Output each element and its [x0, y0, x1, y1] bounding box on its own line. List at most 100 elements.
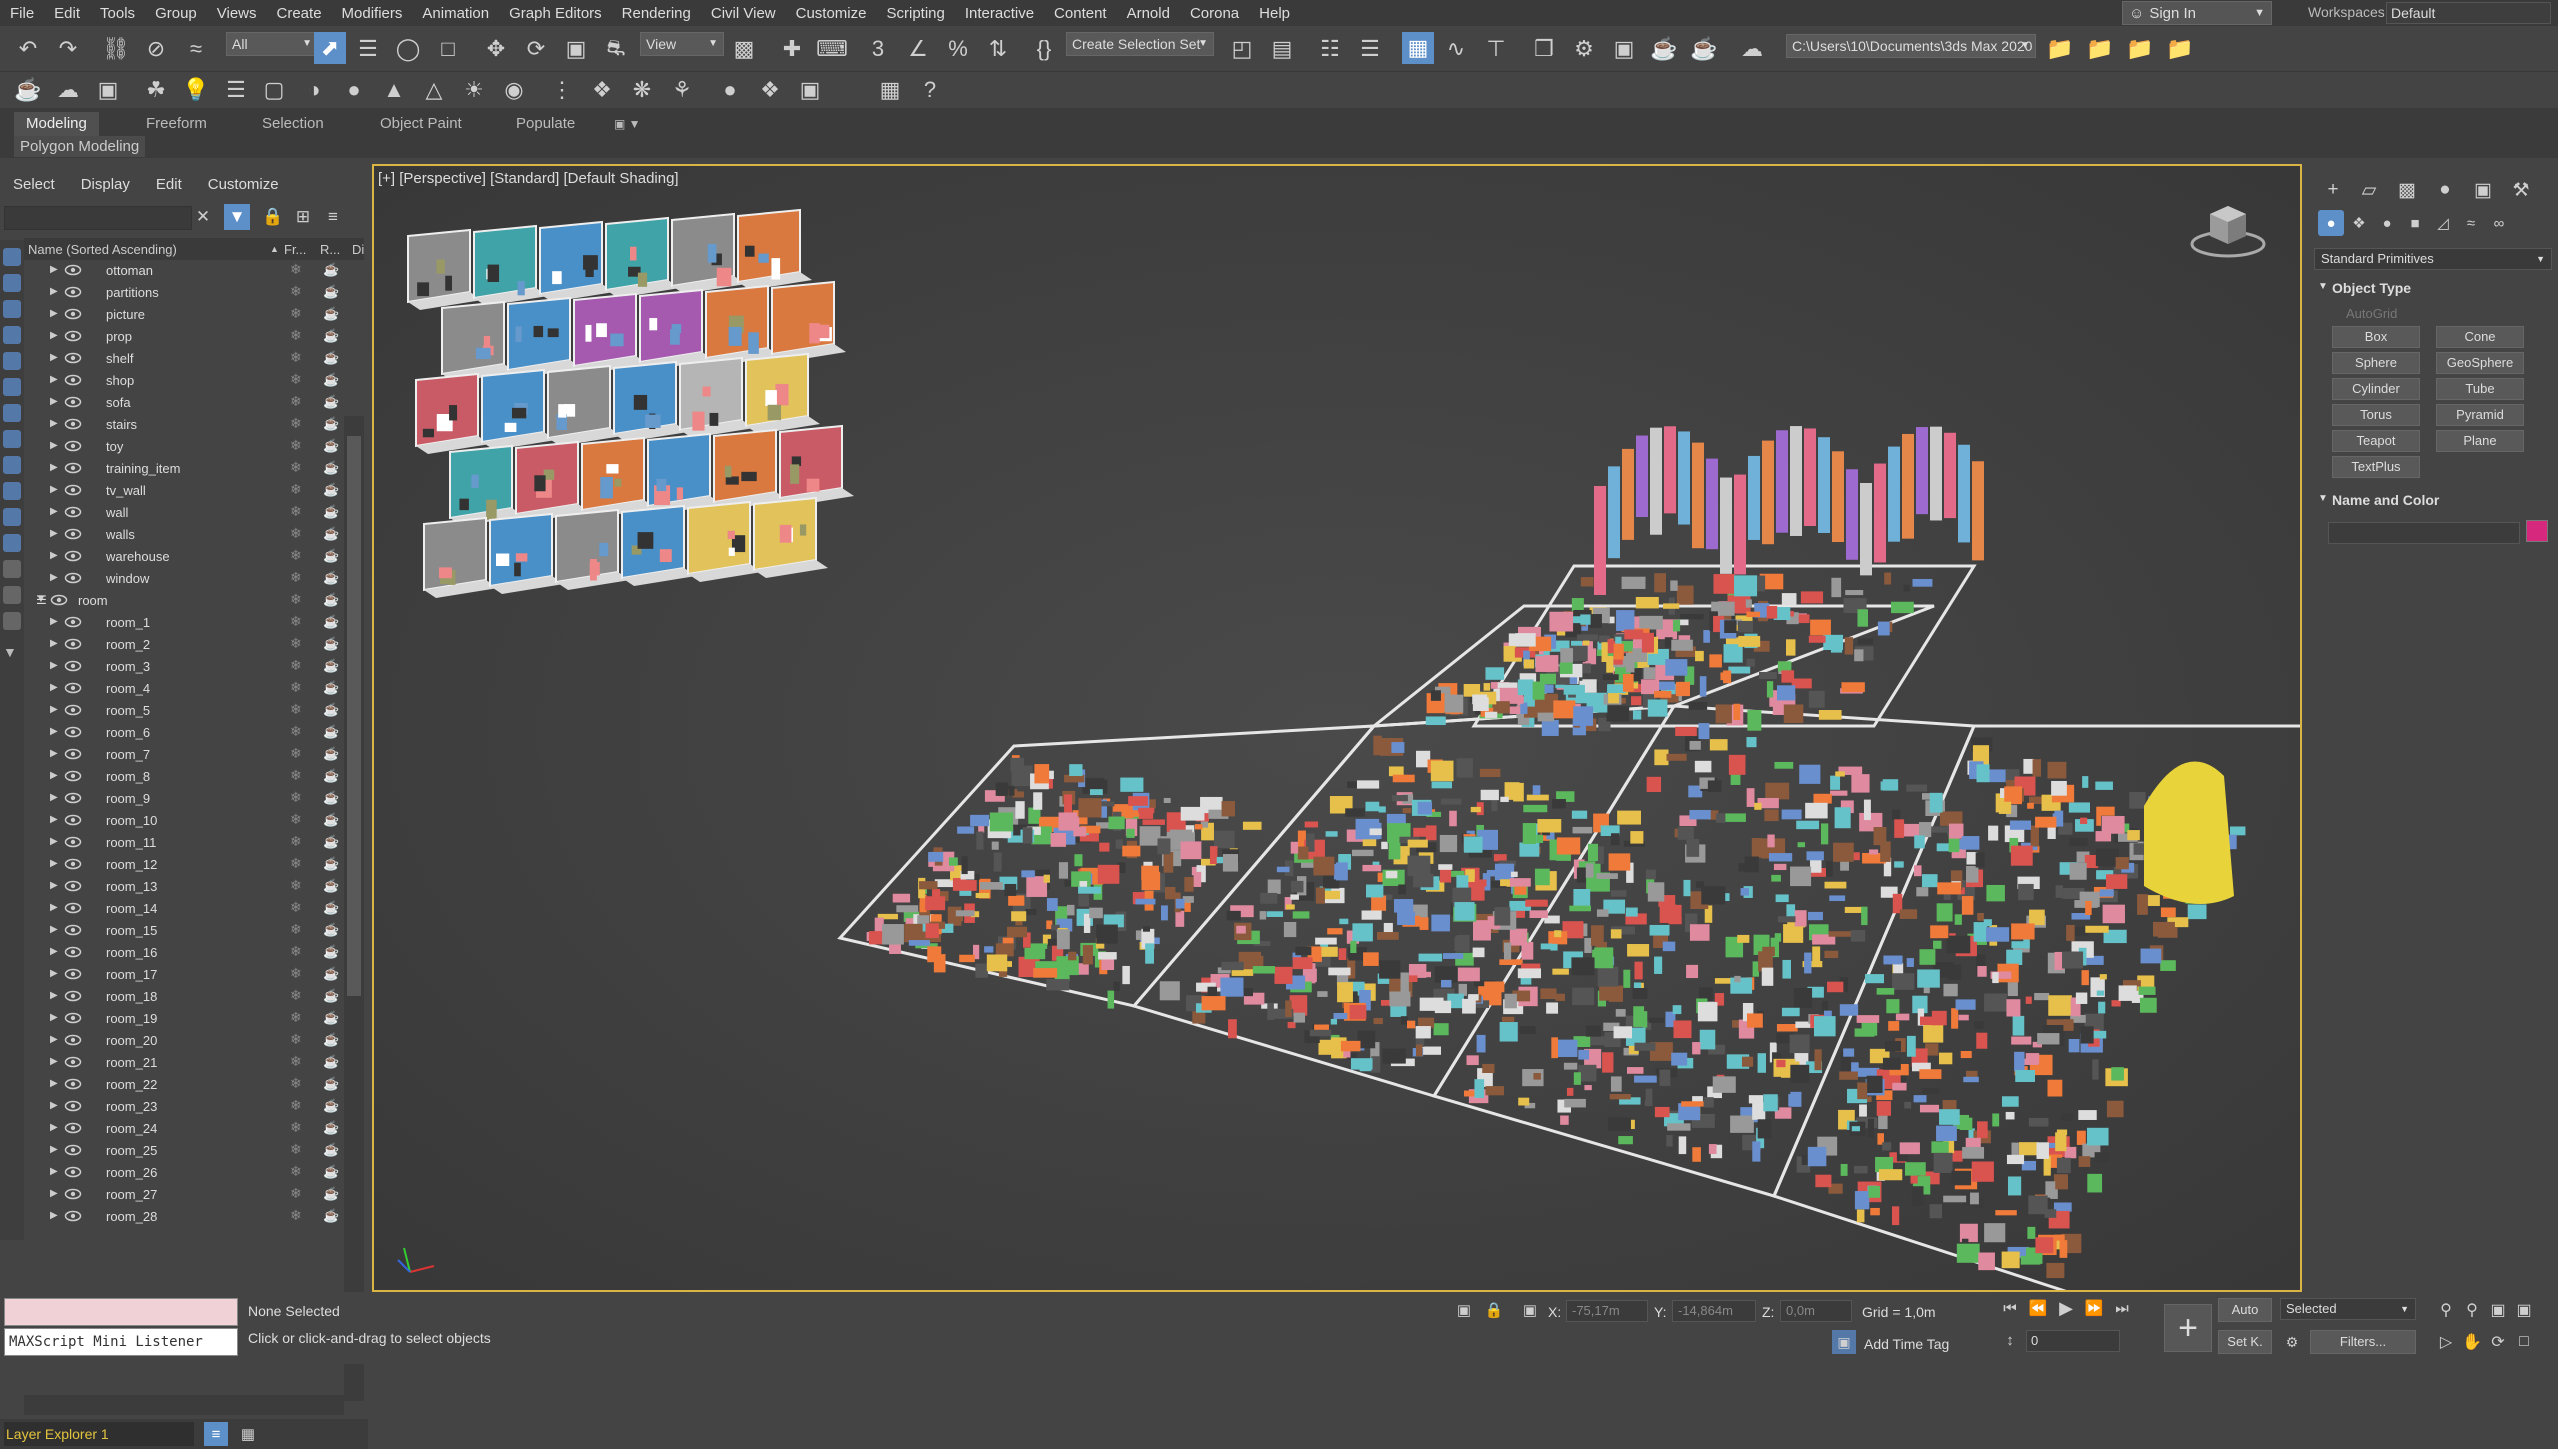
field-of-view-icon[interactable]: ▷ — [2434, 1330, 2458, 1354]
freeze-toggle-icon[interactable]: ❄ — [290, 305, 302, 322]
scale-icon[interactable]: ▣ — [560, 33, 592, 65]
create-tab-icon[interactable]: + — [2318, 176, 2348, 204]
visibility-eye-icon[interactable] — [64, 263, 82, 277]
expand-toggle-icon[interactable]: ▶ — [50, 550, 58, 561]
visibility-eye-icon[interactable] — [64, 527, 82, 541]
rotate-icon[interactable]: ⟳ — [520, 33, 552, 65]
ipr-icon[interactable]: ☁ — [52, 74, 84, 106]
visibility-eye-icon[interactable] — [64, 351, 82, 365]
renderable-toggle-icon[interactable]: ☕ — [323, 504, 339, 520]
tree-row[interactable]: ▶ room_19 ❄ ☕ — [24, 1008, 344, 1030]
renderable-toggle-icon[interactable]: ☕ — [323, 680, 339, 696]
renderable-toggle-icon[interactable]: ☕ — [323, 416, 339, 432]
expand-toggle-icon[interactable]: ▶ — [50, 990, 58, 1001]
renderable-toggle-icon[interactable]: ☕ — [323, 570, 339, 586]
renderable-toggle-icon[interactable]: ☕ — [323, 372, 339, 388]
displacement-icon[interactable]: ❋ — [626, 74, 658, 106]
geosphere-button[interactable]: GeoSphere — [2436, 352, 2524, 374]
maximize-viewport-icon[interactable]: □ — [2512, 1330, 2536, 1354]
x-coordinate-field[interactable]: -75,17m — [1566, 1300, 1648, 1322]
expand-toggle-icon[interactable]: ▶ — [50, 1012, 58, 1023]
schematic-view-icon[interactable]: ⊤ — [1480, 33, 1512, 65]
freeze-toggle-icon[interactable]: ❄ — [290, 657, 302, 674]
visibility-eye-icon[interactable] — [64, 1099, 82, 1113]
expand-toggle-icon[interactable]: ▶ — [50, 286, 58, 297]
tree-row[interactable]: ▶ room_17 ❄ ☕ — [24, 964, 344, 986]
explorer-horizontal-scrollbar[interactable] — [24, 1395, 344, 1415]
expand-toggle-icon[interactable]: ▶ — [50, 682, 58, 693]
scene-explorer-toggle-icon[interactable]: ☷ — [1314, 33, 1346, 65]
renderable-toggle-icon[interactable]: ☕ — [323, 438, 339, 454]
tree-row[interactable]: ▶ room_6 ❄ ☕ — [24, 722, 344, 744]
none-filter-icon[interactable] — [3, 586, 21, 604]
frame-buffer-icon[interactable]: ▣ — [92, 74, 124, 106]
tab-object-paint[interactable]: Object Paint — [380, 112, 462, 136]
keyboard-shortcut-override-icon[interactable]: ⌨ — [816, 33, 848, 65]
tab-populate[interactable]: Populate — [516, 112, 575, 136]
freeze-toggle-icon[interactable]: ❄ — [290, 811, 302, 828]
renderable-toggle-icon[interactable]: ☕ — [323, 746, 339, 762]
freeze-toggle-icon[interactable]: ❄ — [290, 459, 302, 476]
renderable-toggle-icon[interactable]: ☕ — [323, 988, 339, 1004]
renderable-toggle-icon[interactable]: ☕ — [323, 1098, 339, 1114]
freeze-toggle-icon[interactable]: ❄ — [290, 877, 302, 894]
visibility-eye-icon[interactable] — [64, 373, 82, 387]
selection-filter-dropdown[interactable]: All ▼ — [226, 32, 318, 56]
expand-toggle-icon[interactable]: ▶ — [50, 924, 58, 935]
freeze-toggle-icon[interactable]: ❄ — [290, 481, 302, 498]
scene-explorer-mode-icon[interactable]: ≡ — [204, 1422, 228, 1446]
spot-light-icon[interactable]: △ — [418, 74, 450, 106]
torus-button[interactable]: Torus — [2332, 404, 2420, 426]
tree-row[interactable]: ▶ room_22 ❄ ☕ — [24, 1074, 344, 1096]
ribbon-options-icon[interactable]: ▣ ▼ — [614, 112, 641, 136]
visibility-eye-icon[interactable] — [64, 1033, 82, 1047]
zoom-extents-all-icon[interactable]: ▣ — [2512, 1298, 2536, 1322]
visibility-eye-icon[interactable] — [64, 329, 82, 343]
expand-toggle-icon[interactable]: ▶ — [50, 506, 58, 517]
renderable-toggle-icon[interactable]: ☕ — [323, 922, 339, 938]
explorer-vertical-scrollbar[interactable] — [344, 416, 364, 1401]
renderable-toggle-icon[interactable]: ☕ — [323, 768, 339, 784]
time-tag-icon[interactable]: ▣ — [1832, 1330, 1856, 1354]
zoom-all-icon[interactable]: ⚲ — [2460, 1298, 2484, 1322]
renderable-toggle-icon[interactable]: ☕ — [323, 1032, 339, 1048]
skydome-icon[interactable]: ◑ — [298, 74, 330, 106]
material-sphere-icon[interactable]: ● — [714, 74, 746, 106]
modify-tab-icon[interactable]: ▱ — [2354, 176, 2384, 204]
visibility-eye-icon[interactable] — [64, 879, 82, 893]
expand-toggle-icon[interactable]: ▶ — [50, 374, 58, 385]
tree-row[interactable]: ▶ room_7 ❄ ☕ — [24, 744, 344, 766]
expand-toggle-icon[interactable]: ▶ — [50, 418, 58, 429]
project-info-icon[interactable]: 📁 — [2164, 33, 2196, 65]
expand-toggle-icon[interactable]: ▶ — [50, 264, 58, 275]
freeze-toggle-icon[interactable]: ❄ — [290, 1185, 302, 1202]
renderable-toggle-icon[interactable]: ☕ — [323, 812, 339, 828]
spinner-snap-icon[interactable]: ⇅ — [982, 33, 1014, 65]
tree-row[interactable]: ▶ room_5 ❄ ☕ — [24, 700, 344, 722]
filter-icon[interactable]: ▼ — [224, 204, 250, 230]
freeze-toggle-icon[interactable]: ❄ — [290, 525, 302, 542]
add-time-tag[interactable]: Add Time Tag — [1864, 1336, 1949, 1352]
unlink-icon[interactable]: ⊘ — [140, 33, 172, 65]
menu-modifiers[interactable]: Modifiers — [332, 5, 413, 22]
freeze-toggle-icon[interactable]: ❄ — [290, 1031, 302, 1048]
expand-toggle-icon[interactable]: ▶ — [50, 396, 58, 407]
visibility-eye-icon[interactable] — [64, 945, 82, 959]
tree-row[interactable]: ▶ stairs ❄ ☕ — [24, 414, 344, 436]
freeze-toggle-icon[interactable]: ❄ — [290, 503, 302, 520]
helpers-category-icon[interactable]: ◿ — [2430, 210, 2456, 236]
menu-create[interactable]: Create — [267, 5, 332, 22]
renderable-toggle-icon[interactable]: ☕ — [323, 1120, 339, 1136]
tree-row[interactable]: ▶ room_2 ❄ ☕ — [24, 634, 344, 656]
tree-row[interactable]: ▶ picture ❄ ☕ — [24, 304, 344, 326]
freeze-toggle-icon[interactable]: ❄ — [290, 1119, 302, 1136]
expand-toggle-icon[interactable]: ▶ — [50, 902, 58, 913]
tree-row[interactable]: ▶ room_16 ❄ ☕ — [24, 942, 344, 964]
tree-row[interactable]: ▶ room_18 ❄ ☕ — [24, 986, 344, 1008]
expand-toggle-icon[interactable]: ▶ — [50, 946, 58, 957]
freeze-toggle-icon[interactable]: ❄ — [290, 943, 302, 960]
freeze-toggle-icon[interactable]: ❄ — [290, 547, 302, 564]
renderable-toggle-icon[interactable]: ☕ — [323, 262, 339, 278]
select-by-name-icon[interactable]: ☰ — [352, 33, 384, 65]
renderable-toggle-icon[interactable]: ☕ — [323, 878, 339, 894]
